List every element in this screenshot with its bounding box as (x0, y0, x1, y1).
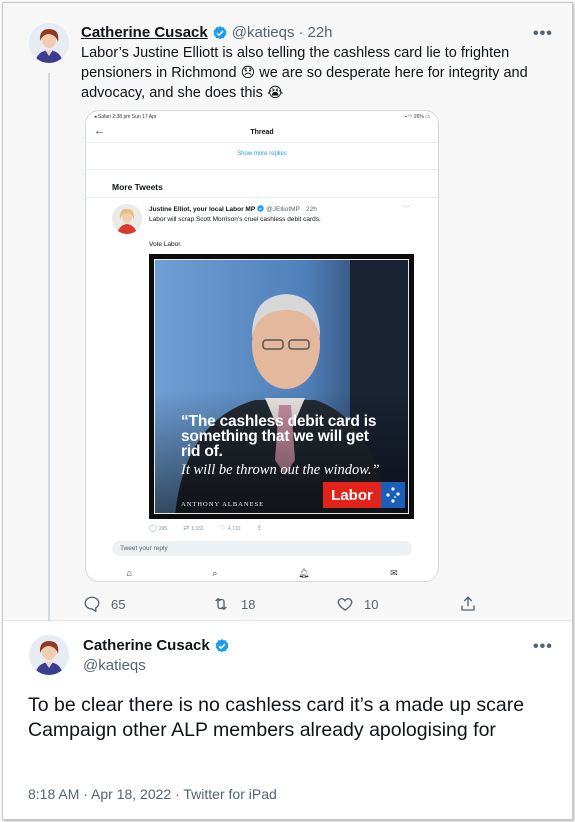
inner-reply-icon: ◯ (149, 525, 157, 532)
inner-more-icon: ··· (403, 203, 410, 210)
thread-connector-line (48, 73, 50, 621)
inner-reply-box: Tweet your reply (112, 541, 412, 556)
divider (86, 142, 438, 143)
verified-badge-icon (214, 638, 230, 654)
author-display-name[interactable]: Catherine Cusack (83, 637, 210, 654)
status-bar-left: ◂ Safari 2:38 pm Sun 17 Apr (94, 114, 157, 120)
southern-cross-icon (381, 482, 405, 508)
labor-logo-text: Labor (323, 482, 381, 508)
inner-retweet-icon: ⇄ (183, 525, 190, 532)
crying-face-emoji: 😭 (266, 85, 284, 101)
author-handle[interactable]: @katieqs (232, 24, 295, 41)
inner-retweet-count: ⇄ 1,333 (183, 525, 204, 532)
inner-share-icon: ⇪ (256, 525, 263, 532)
tweet-header: Catherine Cusack (83, 637, 230, 654)
labor-logo: Labor (323, 482, 405, 508)
inner-author-handle: @JElliotMP (266, 206, 300, 213)
tweet-text: Labor’s Justine Elliott is also telling … (81, 43, 551, 103)
like-count: 10 (364, 596, 379, 612)
inner-verified-icon (257, 205, 264, 214)
more-options-icon[interactable]: ••• (533, 638, 553, 656)
retweet-count: 18 (241, 596, 256, 612)
tweet-actions: 65 18 10 (83, 595, 483, 615)
inner-author-avatar (112, 204, 142, 234)
show-more-replies: Show more replies (237, 151, 287, 157)
retweet-button[interactable]: 18 (211, 595, 255, 613)
inner-tweet-actions: ◯ 295 ⇄ 1,333 ♡ 4,710 ⇪ (149, 524, 349, 532)
tweet-metadata[interactable]: 8:18 AM · Apr 18, 2022 · Twitter for iPa… (28, 786, 277, 802)
inner-like-count: ♡ 4,710 (219, 525, 241, 532)
disappointed-face-emoji: 😞 (240, 65, 256, 81)
author-display-name[interactable]: Catherine Cusack (81, 24, 208, 41)
tweet-thread-window: Catherine Cusack @katieqs · 22h ••• Labo… (2, 2, 573, 820)
retweet-icon (215, 597, 227, 611)
share-icon (461, 596, 475, 611)
tweet-header: Catherine Cusack @katieqs · 22h (81, 24, 333, 41)
more-tweets-heading: More Tweets (112, 182, 163, 192)
poster-attribution: ANTHONY ALBANESE (181, 501, 265, 508)
divider (86, 169, 438, 170)
share-button[interactable] (459, 595, 487, 613)
poster-quote-bold: “The cashless debit card is something th… (181, 413, 377, 460)
status-bar-right: ▪ ◠ 26% ▭ (404, 114, 430, 120)
like-icon (337, 598, 353, 611)
inner-tweet-header: Justine Elliot, your local Labor MP @JEl… (149, 205, 317, 214)
author-avatar[interactable] (29, 23, 69, 63)
inner-tweet-time: 22h (306, 206, 317, 213)
reply-count: 65 (111, 596, 126, 612)
inner-reply-count: ◯ 295 (149, 525, 168, 532)
verified-badge-icon (212, 25, 228, 41)
author-avatar[interactable] (29, 635, 69, 675)
tweet-time[interactable]: 22h (307, 24, 332, 41)
author-handle[interactable]: @katieqs (83, 657, 146, 674)
more-options-icon[interactable]: ••• (533, 25, 553, 43)
ios-status-bar: ◂ Safari 2:38 pm Sun 17 Apr ▪ ◠ 26% ▭ (86, 111, 438, 123)
poster-photo: “The cashless debit card is something th… (154, 259, 409, 514)
reply-button[interactable]: 65 (83, 595, 125, 613)
inner-separator: · (301, 206, 305, 213)
campaign-poster-image: “The cashless debit card is something th… (149, 254, 414, 519)
ios-tab-bar: ⌂ ⌕ 🔔︎ ✉ (86, 563, 438, 581)
notifications-tab-icon: 🔔︎ (298, 567, 310, 578)
like-button[interactable]: 10 (336, 595, 378, 613)
poster-quote-serif: It will be thrown out the window.” (181, 462, 380, 478)
reply-icon (84, 596, 100, 613)
inner-like-icon: ♡ (219, 525, 226, 532)
thread-title: Thread (250, 129, 274, 136)
search-tab-icon: ⌕ (212, 567, 218, 578)
tweet-focused: Catherine Cusack @katieqs ••• To be clea… (3, 621, 572, 819)
inner-tweet-text: Labor will scrap Scott Morrison’s cruel … (149, 216, 321, 223)
inner-author-name: Justine Elliot, your local Labor MP (149, 206, 256, 213)
tweet-original[interactable]: Catherine Cusack @katieqs · 22h ••• Labo… (3, 3, 572, 621)
home-tab-icon: ⌂ (126, 568, 132, 578)
battery-level: 26% (413, 114, 424, 120)
divider (86, 197, 438, 198)
tweet-text: To be clear there is no cashless card it… (28, 694, 525, 741)
inner-vote-line: Vote Labor. (149, 241, 182, 248)
separator-dot: · (298, 24, 304, 41)
messages-tab-icon: ✉ (390, 567, 398, 578)
attached-image[interactable]: ◂ Safari 2:38 pm Sun 17 Apr ▪ ◠ 26% ▭ ← … (85, 110, 439, 582)
